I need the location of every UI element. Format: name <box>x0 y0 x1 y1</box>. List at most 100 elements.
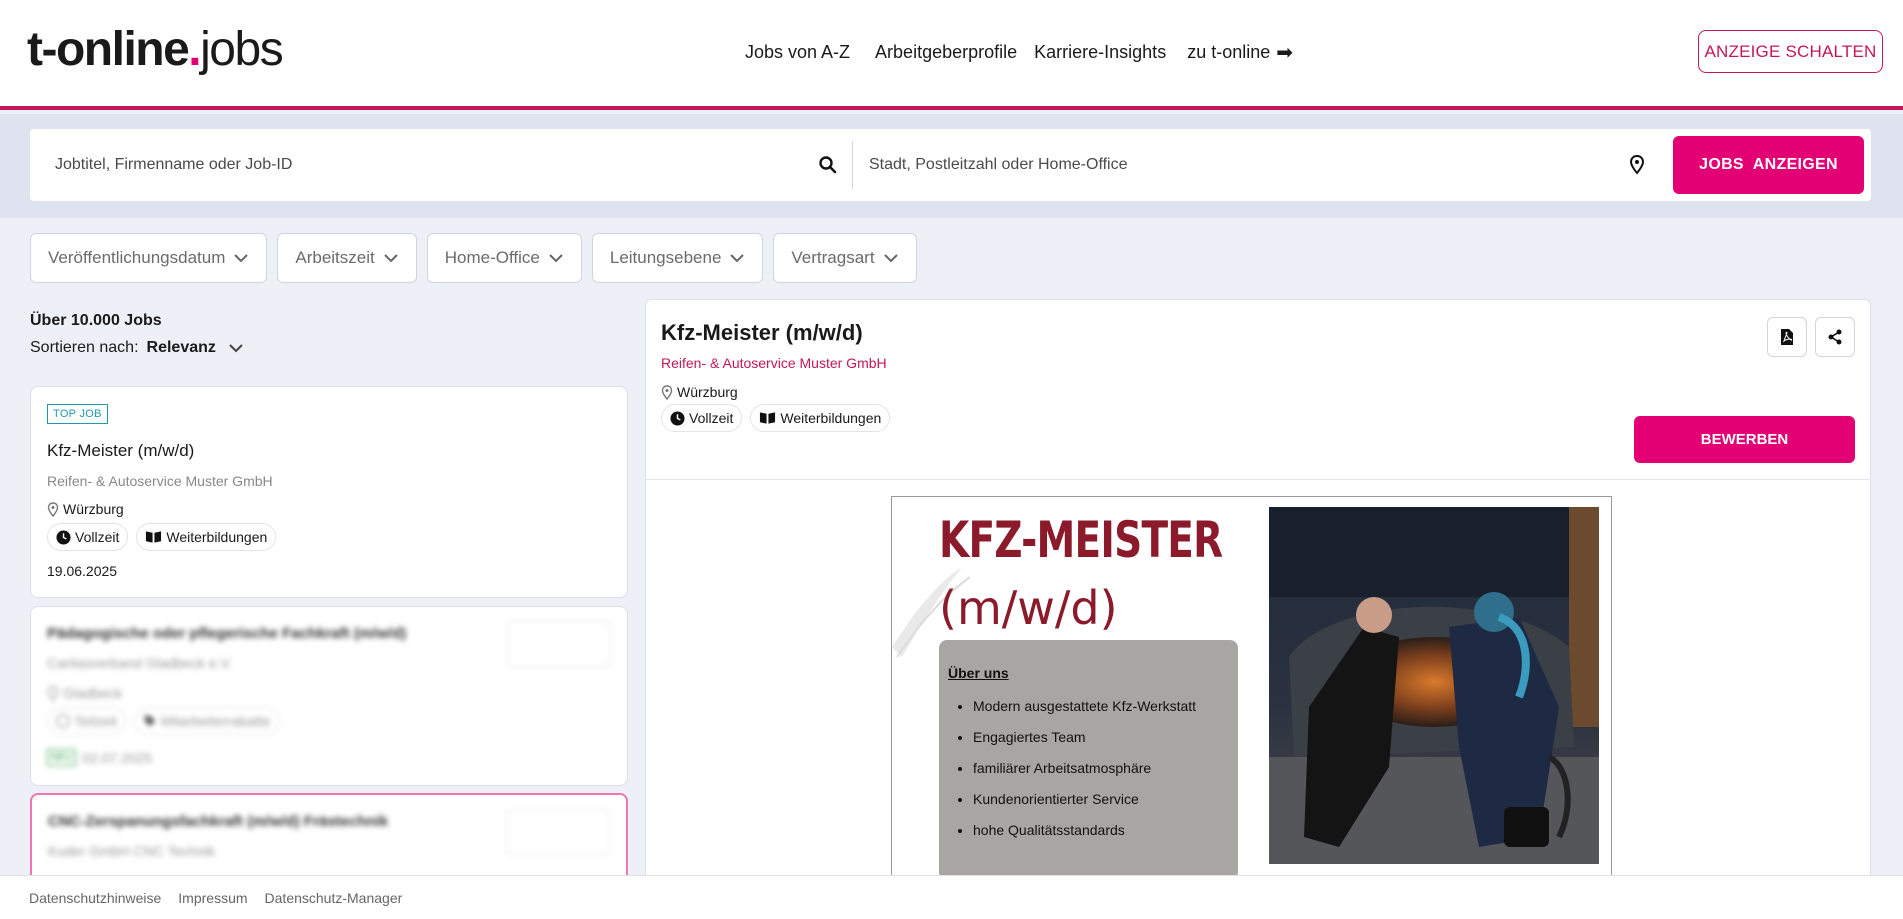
job-card-location-label: Gladbeck <box>63 685 123 701</box>
job-card-location-label: Würzburg <box>63 501 124 517</box>
filter-working-time[interactable]: Arbeitszeit <box>277 233 417 283</box>
search-divider <box>852 141 853 189</box>
job-detail-location: Würzburg <box>661 384 738 400</box>
chevron-down-icon[interactable] <box>228 343 244 353</box>
tag-training: Weiterbildungen <box>136 523 277 551</box>
place-ad-button[interactable]: ANZEIGE SCHALTEN <box>1698 30 1883 73</box>
ad-about-item: familiärer Arbeitsatmosphäre <box>973 753 1229 784</box>
job-card-title[interactable]: Kfz-Meister (m/w/d) <box>47 441 194 461</box>
tag-employee-discount: Mitarbeiterrabatte <box>133 707 280 735</box>
footer-privacy-link[interactable]: Datenschutzhinweise <box>29 890 161 906</box>
company-logo <box>506 809 610 855</box>
results-count-prefix: Über <box>30 312 67 329</box>
job-ad-image: KFZ-MEISTER (m/w/d) Über uns Modern ausg… <box>891 496 1612 876</box>
job-detail-company[interactable]: Reifen- & Autoservice Muster GmbH <box>661 355 887 371</box>
job-card-company: Caritasverband Gladbeck e.V. <box>47 655 233 671</box>
nav-career-insights[interactable]: Karriere-Insights <box>1034 40 1166 65</box>
workshop-photo <box>1269 507 1599 864</box>
filter-label: Home-Office <box>444 248 540 267</box>
job-card-date: 02.07.2025 <box>82 749 153 766</box>
logo-dot: . <box>188 23 201 76</box>
sort-control: Sortieren nach: Relevanz <box>30 339 244 357</box>
location-pin-icon <box>47 685 59 701</box>
book-icon <box>146 531 162 543</box>
sort-select[interactable]: Relevanz <box>147 339 216 357</box>
job-card-tags: Vollzeit Weiterbildungen <box>47 523 277 551</box>
top-job-badge: TOP JOB <box>47 404 108 424</box>
location-search-input[interactable]: Stadt, Postleitzahl oder Home-Office <box>869 129 1649 201</box>
job-detail-location-label: Würzburg <box>677 384 738 400</box>
search-bar: Jobtitel, Firmenname oder Job-ID Stadt, … <box>30 129 1871 201</box>
tag-icon <box>144 715 156 727</box>
tag-parttime: Teilzeit <box>47 707 126 735</box>
ad-about-item: Modern ausgestattete Kfz-Werkstatt <box>973 691 1229 722</box>
chevron-down-icon <box>730 254 745 263</box>
pdf-icon <box>1781 329 1793 345</box>
footer-privacy-manager-link[interactable]: Datenschutz-Manager <box>265 890 403 906</box>
share-button[interactable] <box>1815 317 1855 357</box>
book-icon <box>760 412 776 424</box>
location-pin-icon <box>47 501 59 517</box>
site-header: t-online.jobs Jobs von A-Z Arbeitgeberpr… <box>0 0 1903 110</box>
nav-employer-profiles[interactable]: Arbeitgeberprofile <box>875 40 1017 65</box>
job-search-input[interactable]: Jobtitel, Firmenname oder Job-ID <box>55 129 855 201</box>
job-card-title[interactable]: Pädagogische oder pflegerische Fachkraft… <box>47 625 406 642</box>
location-pin-icon <box>661 384 673 400</box>
filter-leadership-level[interactable]: Leitungsebene <box>591 233 764 283</box>
logo-brand: t-online <box>27 23 190 76</box>
filter-bar: Veröffentlichungsdatum Arbeitszeit Home-… <box>30 233 917 283</box>
chevron-down-icon <box>883 254 898 263</box>
ad-about-item: Engagiertes Team <box>973 722 1229 753</box>
job-detail-tags: Vollzeit Weiterbildungen <box>661 404 891 432</box>
show-jobs-button[interactable]: JOBS ANZEIGEN <box>1673 136 1864 194</box>
tag-label: Vollzeit <box>689 410 734 426</box>
nav-jobs-a-z[interactable]: Jobs von A-Z <box>745 40 850 65</box>
location-pin-icon[interactable] <box>1628 155 1646 175</box>
filter-contract-type[interactable]: Vertragsart <box>773 233 917 283</box>
job-card-company: Kuder GmbH CNC Technik <box>48 843 216 859</box>
tag-fulltime: Vollzeit <box>47 523 129 551</box>
download-pdf-button[interactable] <box>1767 317 1807 357</box>
ad-title-line2: (m/w/d) <box>939 581 1118 635</box>
ad-about-item: hohe Qualitätsstandards <box>973 815 1229 846</box>
tag-label: Vollzeit <box>75 529 120 545</box>
nav-to-t-online-label: zu t-online <box>1187 42 1271 62</box>
tag-label: Weiterbildungen <box>166 529 268 545</box>
clock-icon <box>56 714 70 728</box>
job-card[interactable]: Pädagogische oder pflegerische Fachkraft… <box>30 606 628 786</box>
company-logo <box>507 621 611 667</box>
tag-training: Weiterbildungen <box>750 404 891 432</box>
job-detail-header: Kfz-Meister (m/w/d) Reifen- & Autoservic… <box>646 300 1870 480</box>
job-card[interactable]: TOP JOB Kfz-Meister (m/w/d) Reifen- & Au… <box>30 386 628 598</box>
ad-about-box: Über uns Modern ausgestattete Kfz-Werkst… <box>939 640 1238 875</box>
apply-button[interactable]: BEWERBEN <box>1634 416 1855 463</box>
share-icon <box>1828 329 1842 345</box>
filter-published-date[interactable]: Veröffentlichungsdatum <box>30 233 268 283</box>
job-card-location: Gladbeck <box>47 685 122 701</box>
tag-fulltime: Vollzeit <box>661 404 743 432</box>
job-card-title[interactable]: CNC-Zerspanungsfachkraft (m/w/d) Frästec… <box>48 813 388 830</box>
site-logo[interactable]: t-online.jobs <box>27 22 284 78</box>
tag-label: Weiterbildungen <box>780 410 882 426</box>
ad-about-heading: Über uns <box>948 665 1009 681</box>
search-icon[interactable] <box>818 155 838 175</box>
results-count: Über 10.000 Jobs <box>30 312 162 330</box>
tag-label: Mitarbeiterrabatte <box>160 713 271 729</box>
ad-about-list: Modern ausgestattete Kfz-Werkstatt Engag… <box>948 691 1229 846</box>
tag-label: Teilzeit <box>74 713 117 729</box>
ad-about-item: Kundenorientierter Service <box>973 784 1229 815</box>
arrow-right-icon: ➡ <box>1276 42 1294 64</box>
logo-product: jobs <box>200 23 284 76</box>
filter-home-office[interactable]: Home-Office <box>426 233 582 283</box>
footer: Datenschutzhinweise Impressum Datenschut… <box>0 875 1903 919</box>
filter-label: Veröffentlichungsdatum <box>48 248 226 267</box>
filter-label: Vertragsart <box>791 248 875 267</box>
chevron-down-icon <box>384 254 398 263</box>
nav-to-t-online[interactable]: zu t-online ➡ <box>1187 40 1293 65</box>
job-card-date: 19.06.2025 <box>47 563 118 579</box>
results-count-suffix: Jobs <box>124 312 162 329</box>
footer-imprint-link[interactable]: Impressum <box>178 890 247 906</box>
clock-icon <box>670 410 685 426</box>
main-nav: Jobs von A-Z Arbeitgeberprofile Karriere… <box>745 40 1293 65</box>
filter-label: Leitungsebene <box>609 248 722 267</box>
